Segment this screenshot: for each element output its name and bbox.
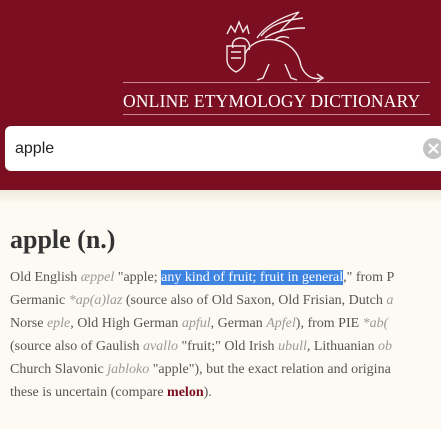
header-shadow-band	[0, 190, 441, 204]
entry-line: Norse eple, Old High German apful, Germa…	[10, 312, 441, 335]
foreign-word: *ab(	[362, 316, 389, 331]
foreign-word: avallo	[142, 339, 178, 354]
entry-text: these is uncertain (compare	[10, 385, 168, 400]
foreign-word: apful	[181, 316, 211, 331]
entry-line: Old English æppel "apple; any kind of fr…	[10, 266, 441, 289]
entry-text: (source also of Old Saxon, Old Frisian, …	[122, 293, 387, 308]
foreign-word: jabloko	[107, 362, 150, 377]
entry-headword: apple (n.)	[10, 225, 116, 254]
foreign-word: a	[386, 293, 394, 308]
entry-line: Germanic *ap(a)laz (source also of Old S…	[10, 289, 441, 312]
search-input[interactable]	[15, 126, 410, 171]
title-rule-top	[123, 82, 430, 83]
foreign-word: ubull	[278, 339, 307, 354]
entry-text: Old English	[10, 270, 81, 285]
entry-text: "apple"), but the exact relation and ori…	[149, 362, 391, 377]
search-box	[5, 126, 441, 171]
entry-text: ), from PIE	[295, 316, 363, 331]
clear-search-icon[interactable]	[423, 138, 441, 159]
entry-text: , German	[210, 316, 267, 331]
foreign-word: eple	[46, 316, 71, 331]
entry-text: , Lithuanian	[306, 339, 378, 354]
entry-text: Church Slavonic	[10, 362, 108, 377]
cross-reference-link[interactable]: melon	[167, 385, 204, 400]
entry-text: , Old High German	[70, 316, 182, 331]
foreign-word: Apfel	[266, 316, 296, 331]
site-header: ONLINE ETYMOLOGY DICTIONARY	[0, 0, 441, 190]
foreign-word: *ap(a)laz	[68, 293, 123, 308]
foreign-word: ob	[378, 339, 392, 354]
site-title[interactable]: ONLINE ETYMOLOGY DICTIONARY	[123, 91, 441, 112]
entry-text: (source also of Gaulish	[10, 339, 143, 354]
entry-line: these is uncertain (compare melon).	[10, 381, 441, 404]
entry-text: ).	[203, 385, 212, 400]
entry-definition: Old English æppel "apple; any kind of fr…	[10, 266, 441, 416]
entry-text: Germanic	[10, 293, 69, 308]
entry-line: (source also of Gaulish avallo "fruit;" …	[10, 335, 441, 358]
entry-text: Norse	[10, 316, 47, 331]
foreign-word: æppel	[80, 270, 115, 285]
entry-line: Church Slavonic jabloko "apple"), but th…	[10, 358, 441, 381]
wyvern-logo-icon[interactable]	[205, 8, 330, 92]
entry-text: ," from P	[343, 270, 395, 285]
title-rule-bottom	[123, 114, 430, 115]
entry-text: "apple;	[114, 270, 162, 285]
entry-text: "fruit;" Old Irish	[177, 339, 279, 354]
selected-text: any kind of fruit; fruit in general	[161, 270, 344, 285]
